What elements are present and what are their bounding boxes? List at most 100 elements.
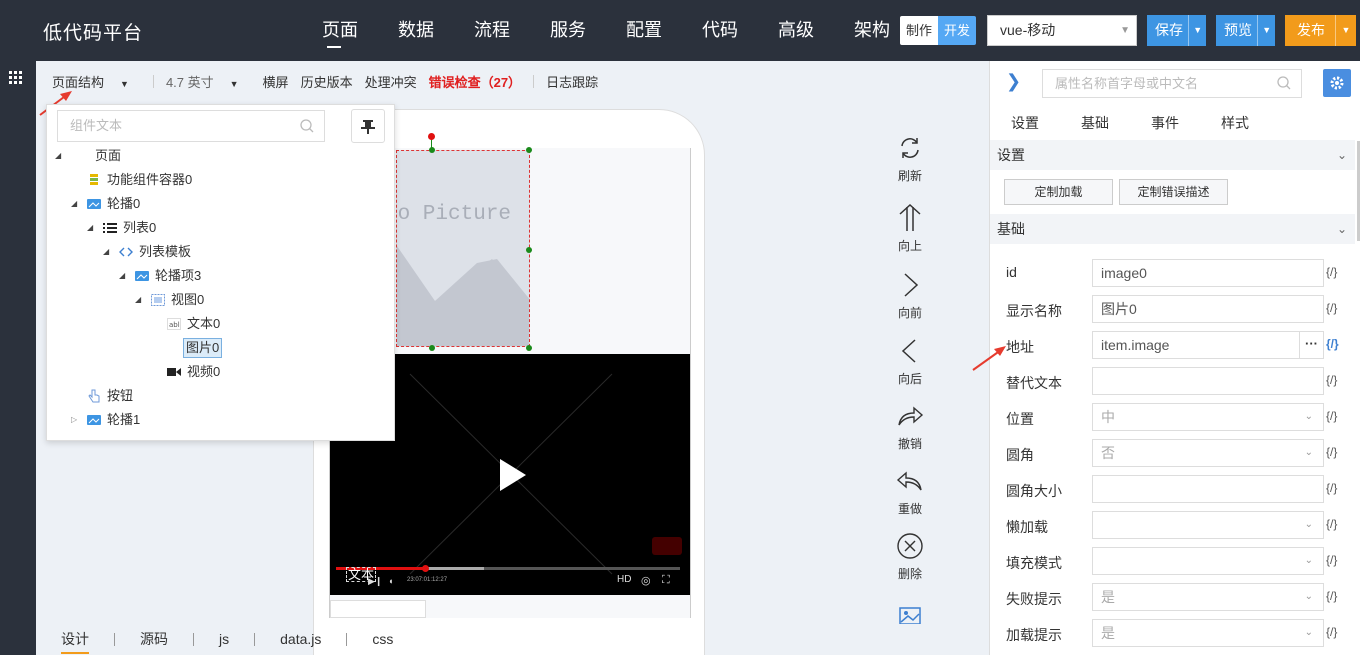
- expand-caret-icon[interactable]: ◢: [119, 265, 129, 287]
- alt-text-field[interactable]: [1092, 367, 1324, 395]
- load-tip-select[interactable]: 是 ⌄: [1092, 619, 1324, 647]
- tree-node-list0[interactable]: ◢ 列表0: [87, 217, 156, 239]
- bind-expression-button[interactable]: {/}: [1326, 589, 1337, 603]
- nav-item-page[interactable]: 页面: [302, 0, 378, 61]
- device-select[interactable]: vue-移动 ▼: [987, 15, 1137, 46]
- settings-icon[interactable]: ◎: [641, 574, 651, 587]
- refresh-tool[interactable]: 刷新: [894, 135, 926, 184]
- mode-dev-button[interactable]: 开发: [938, 16, 976, 45]
- mode-make-button[interactable]: 制作: [900, 16, 938, 45]
- bind-expression-button[interactable]: {/}: [1326, 445, 1337, 459]
- bind-expression-button[interactable]: {/}: [1326, 553, 1337, 567]
- section-settings-header[interactable]: 设置 ⌄: [990, 140, 1355, 170]
- resize-handle[interactable]: [526, 147, 532, 153]
- bind-expression-button[interactable]: {/}: [1326, 301, 1337, 315]
- nav-item-code[interactable]: 代码: [682, 0, 758, 61]
- fail-tip-select[interactable]: 是 ⌄: [1092, 583, 1324, 611]
- expand-caret-icon[interactable]: ◢: [135, 289, 145, 311]
- tree-node-view0[interactable]: ◢ 视图0: [135, 289, 204, 311]
- bind-expression-button[interactable]: {/}: [1326, 337, 1339, 351]
- forward-tool[interactable]: 向前: [894, 272, 926, 321]
- play-icon[interactable]: [500, 459, 526, 491]
- bind-expression-button[interactable]: {/}: [1326, 481, 1337, 495]
- resolve-conflict-button[interactable]: 处理冲突: [365, 72, 417, 91]
- history-button[interactable]: 历史版本: [301, 72, 353, 91]
- image-component[interactable]: No Picture: [396, 150, 530, 347]
- screen-size-select[interactable]: 4.7 英寸 ▼: [166, 72, 251, 91]
- move-up-tool[interactable]: 向上: [894, 203, 926, 254]
- nav-item-architecture[interactable]: 架构: [834, 0, 910, 61]
- fullscreen-icon[interactable]: ⛶: [662, 574, 670, 587]
- expand-caret-icon[interactable]: ◢: [71, 193, 81, 215]
- tree-node-func-container[interactable]: 功能组件容器0: [71, 169, 192, 191]
- preview-button[interactable]: 预览 ▼: [1216, 15, 1275, 46]
- custom-load-button[interactable]: 定制加载: [1004, 179, 1113, 205]
- tree-node-list-template[interactable]: ◢ 列表模板: [103, 241, 191, 263]
- tree-node-text0[interactable]: abl 文本0: [151, 313, 220, 335]
- save-dropdown-caret-icon[interactable]: ▼: [1188, 15, 1206, 46]
- nav-item-advanced[interactable]: 高级: [758, 0, 834, 61]
- skip-next-icon[interactable]: ▶❙: [368, 576, 382, 587]
- resize-handle[interactable]: [429, 147, 435, 153]
- tree-node-carousel1[interactable]: ▷ 轮播1: [71, 409, 140, 431]
- nav-item-service[interactable]: 服务: [530, 0, 606, 61]
- rounded-select[interactable]: 否 ⌄: [1092, 439, 1324, 467]
- tab-source[interactable]: 源码: [115, 624, 193, 654]
- tab-settings[interactable]: 设置: [990, 113, 1060, 137]
- settings-gear-button[interactable]: [1323, 69, 1351, 97]
- section-basic-header[interactable]: 基础 ⌄: [990, 214, 1355, 244]
- tree-node-video0[interactable]: 视频0: [151, 361, 220, 383]
- video-hd-badge[interactable]: HD: [617, 574, 631, 585]
- expand-caret-icon[interactable]: ◢: [103, 241, 113, 263]
- undo-tool[interactable]: 撤销: [894, 403, 926, 452]
- lazy-load-select[interactable]: ⌄: [1092, 511, 1324, 539]
- landscape-button[interactable]: 横屏: [263, 72, 289, 91]
- resize-handle[interactable]: [526, 345, 532, 351]
- custom-error-button[interactable]: 定制错误描述: [1119, 179, 1228, 205]
- bind-expression-button[interactable]: {/}: [1326, 517, 1337, 531]
- nav-item-config[interactable]: 配置: [606, 0, 682, 61]
- display-name-field[interactable]: 图片0: [1092, 295, 1324, 323]
- tree-node-button[interactable]: 按钮: [71, 385, 133, 407]
- tree-node-page[interactable]: ◢ 页面: [55, 145, 121, 167]
- bind-expression-button[interactable]: {/}: [1326, 373, 1337, 387]
- resize-handle[interactable]: [526, 247, 532, 253]
- position-select[interactable]: 中 ⌄: [1092, 403, 1324, 431]
- radius-field[interactable]: [1092, 475, 1324, 503]
- tree-node-carousel-item3[interactable]: ◢ 轮播项3: [119, 265, 201, 287]
- video-progress-handle[interactable]: [422, 565, 429, 572]
- expand-caret-icon[interactable]: ◢: [87, 217, 97, 239]
- publish-button[interactable]: 发布 ▼: [1285, 15, 1356, 46]
- collapsed-caret-icon[interactable]: ▷: [71, 409, 81, 431]
- pin-button[interactable]: [351, 109, 385, 143]
- app-grid-icon[interactable]: [9, 71, 22, 84]
- collapse-panel-icon[interactable]: ❯: [1006, 71, 1021, 92]
- bind-expression-button[interactable]: {/}: [1326, 265, 1337, 279]
- bind-expression-button[interactable]: {/}: [1326, 625, 1337, 639]
- volume-icon[interactable]: ◖: [388, 576, 393, 586]
- tab-style[interactable]: 样式: [1200, 113, 1270, 137]
- expand-caret-icon[interactable]: ◢: [55, 145, 65, 167]
- fill-mode-select[interactable]: ⌄: [1092, 547, 1324, 575]
- delete-tool[interactable]: 删除: [894, 533, 926, 582]
- tab-basic[interactable]: 基础: [1060, 113, 1130, 137]
- component-search-input[interactable]: 组件文本: [57, 110, 325, 142]
- bind-expression-button[interactable]: {/}: [1326, 409, 1337, 423]
- resize-handle[interactable]: [429, 345, 435, 351]
- property-search-input[interactable]: 属性名称首字母或中文名: [1042, 69, 1302, 98]
- id-field[interactable]: image0: [1092, 259, 1324, 287]
- tab-data-js[interactable]: data.js: [255, 624, 346, 654]
- tree-node-carousel0[interactable]: ◢ 轮播0: [71, 193, 140, 215]
- image-tool[interactable]: [894, 601, 926, 627]
- tab-css[interactable]: css: [347, 624, 418, 654]
- tree-node-image0[interactable]: 图片0: [167, 337, 223, 359]
- nav-item-flow[interactable]: 流程: [454, 0, 530, 61]
- tab-events[interactable]: 事件: [1130, 113, 1200, 137]
- rotation-handle[interactable]: [428, 133, 435, 140]
- more-options-button[interactable]: ···: [1300, 331, 1324, 359]
- save-button[interactable]: 保存 ▼: [1147, 15, 1206, 46]
- back-tool[interactable]: 向后: [894, 338, 926, 387]
- log-trace-button[interactable]: 日志跟踪: [546, 72, 598, 91]
- tab-design[interactable]: 设计: [36, 624, 114, 654]
- redo-tool[interactable]: 重做: [894, 468, 926, 517]
